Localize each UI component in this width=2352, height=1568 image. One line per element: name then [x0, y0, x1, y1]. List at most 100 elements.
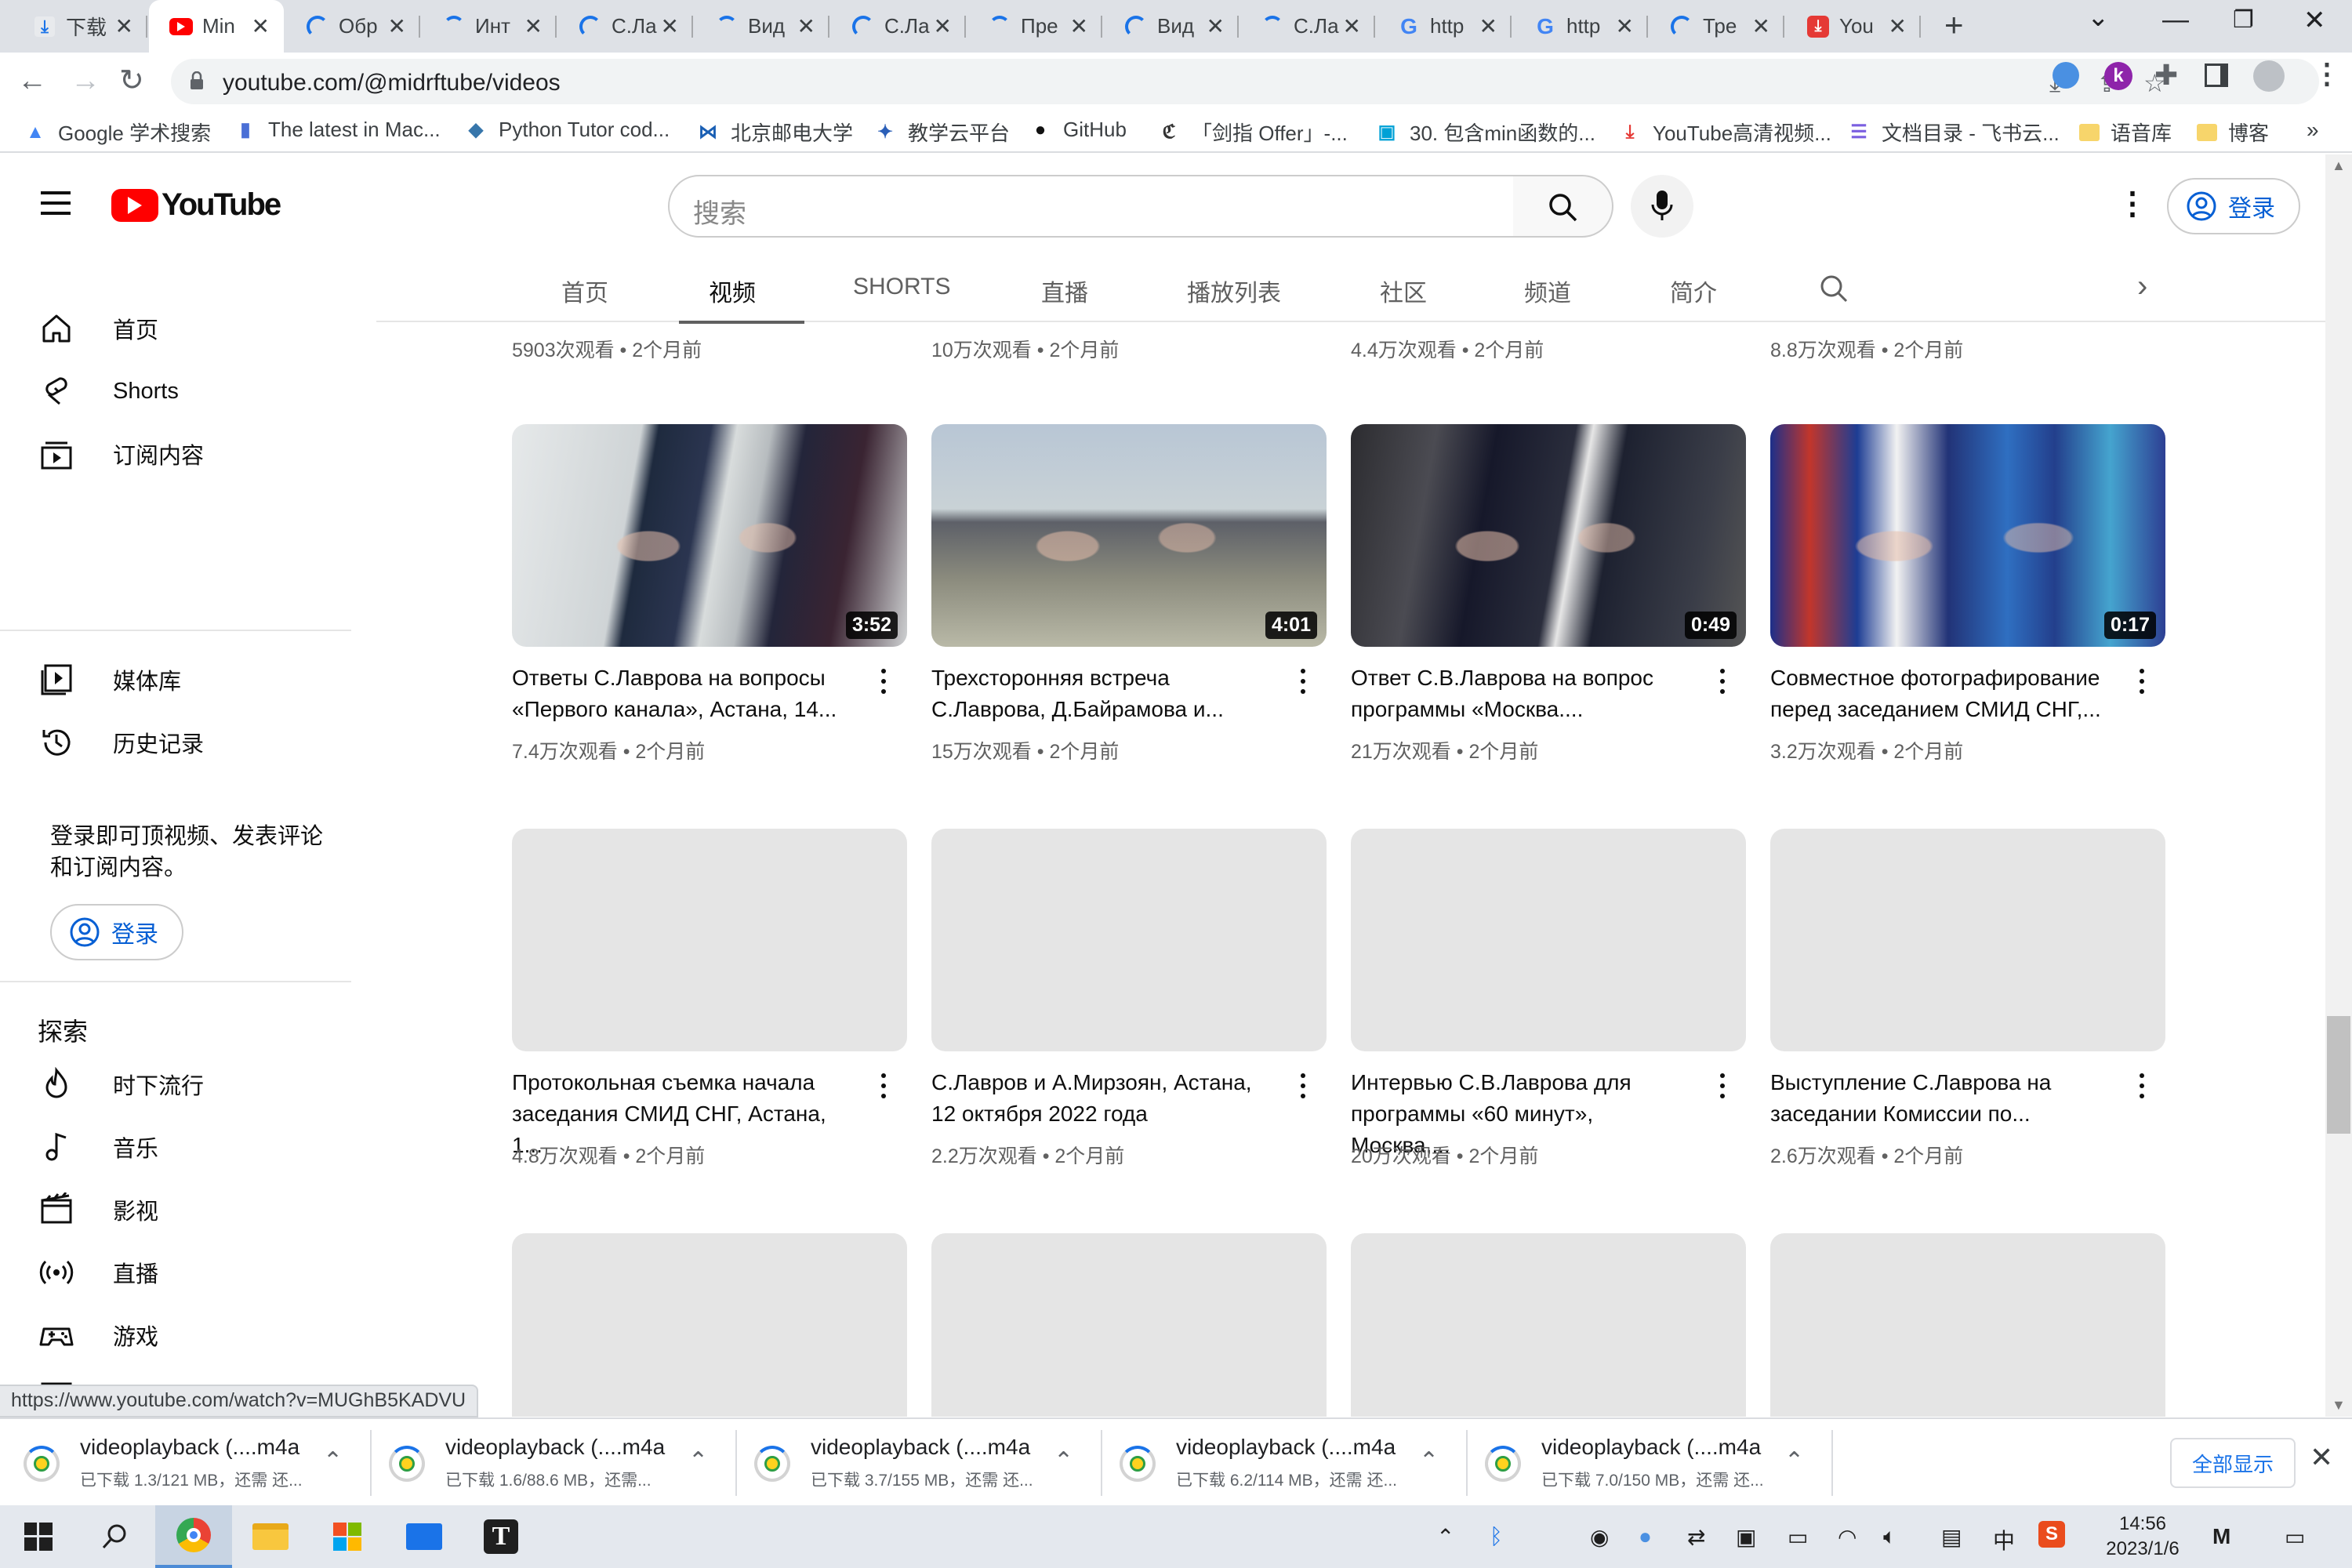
download-item[interactable]: videoplayback (....m4a 已下载 1.6/88.6 MB，还需…: [368, 1430, 737, 1496]
video-menu-icon[interactable]: [2134, 1070, 2150, 1102]
channel-tab[interactable]: 频道: [1524, 274, 1571, 308]
channel-tab[interactable]: 播放列表: [1187, 274, 1281, 308]
close-window-button[interactable]: ✕: [2303, 5, 2326, 36]
video-thumbnail[interactable]: 0:49: [1351, 424, 1746, 647]
video-menu-icon[interactable]: [876, 666, 891, 697]
browser-tab[interactable]: Тре ✕: [1650, 0, 1784, 53]
tray-app-icon[interactable]: ◉: [1590, 1524, 1609, 1550]
sidebar-sign-in-button[interactable]: 登录: [50, 904, 183, 960]
close-tab-icon[interactable]: ✕: [1752, 16, 1770, 38]
video-menu-icon[interactable]: [876, 1070, 891, 1102]
video-title[interactable]: Ответ С.В.Лаврова на вопрос программы «М…: [1351, 662, 1688, 725]
sogou-ime-icon[interactable]: S: [2038, 1521, 2065, 1548]
close-tab-icon[interactable]: ✕: [1479, 16, 1497, 38]
video-menu-icon[interactable]: [2134, 666, 2150, 697]
video-thumbnail[interactable]: [1770, 829, 2165, 1051]
browser-tab[interactable]: С.Ла ✕: [1240, 0, 1375, 53]
sidebar-item[interactable]: 时下流行: [0, 1054, 351, 1114]
close-download-shelf-icon[interactable]: ✕: [2310, 1441, 2333, 1474]
system-clock[interactable]: 14:56 2023/1/6: [2092, 1512, 2194, 1562]
back-button[interactable]: ←: [17, 64, 47, 98]
side-panel-icon[interactable]: [2205, 64, 2228, 87]
browser-tab[interactable]: Вид ✕: [695, 0, 829, 53]
forward-button[interactable]: →: [71, 64, 100, 98]
address-url[interactable]: youtube.com/@midrftube/videos: [223, 70, 561, 96]
bookmark-item[interactable]: ● GitHub: [1029, 118, 1127, 142]
tray-shield-icon[interactable]: ●: [1639, 1524, 1652, 1549]
extension-shield-icon[interactable]: [2053, 62, 2079, 89]
reload-button[interactable]: ↻: [119, 64, 144, 98]
browser-tab[interactable]: Ghttp ✕: [1513, 0, 1648, 53]
video-title[interactable]: С.Лавров и А.Мирзоян, Астана, 12 октября…: [931, 1067, 1269, 1130]
sidebar-item[interactable]: 首页: [0, 299, 351, 358]
close-tab-icon[interactable]: ✕: [1207, 16, 1225, 38]
video-thumbnail-placeholder[interactable]: [1770, 1233, 2165, 1417]
close-tab-icon[interactable]: ✕: [797, 16, 815, 38]
sidebar-item[interactable]: 历史记录: [0, 713, 351, 772]
video-menu-icon[interactable]: [1295, 1070, 1311, 1102]
browser-tab[interactable]: Вид ✕: [1104, 0, 1239, 53]
video-menu-icon[interactable]: [1715, 1070, 1730, 1102]
video-title[interactable]: Совместное фотографирование перед заседа…: [1770, 662, 2107, 725]
tray-settings-icon[interactable]: ⇄: [1687, 1524, 1705, 1550]
more-bookmarks-icon[interactable]: »: [2307, 118, 2319, 143]
bookmark-item[interactable]: ⋈ 北京邮电大学: [696, 118, 853, 147]
chrome-menu-icon[interactable]: ⋮: [2313, 57, 2341, 90]
download-options-chevron-icon[interactable]: ⌃: [688, 1447, 708, 1475]
youtube-logo[interactable]: YouTube: [111, 187, 281, 223]
video-thumbnail-placeholder[interactable]: [1351, 1233, 1746, 1417]
bookmark-item[interactable]: ✦ 教学云平台: [873, 118, 1010, 147]
browser-tab[interactable]: Обр ✕: [285, 0, 420, 53]
search-input[interactable]: 搜索: [668, 175, 1515, 238]
tabs-next-chevron-icon[interactable]: ›: [2137, 269, 2147, 304]
settings-more-icon[interactable]: ⋮: [2117, 186, 2148, 222]
wifi-icon[interactable]: ◠: [1838, 1524, 1857, 1550]
close-tab-icon[interactable]: ✕: [1616, 16, 1634, 38]
browser-tab[interactable]: Инт ✕: [422, 0, 557, 53]
download-options-chevron-icon[interactable]: ⌃: [1054, 1447, 1073, 1475]
video-thumbnail[interactable]: 0:17: [1770, 424, 2165, 647]
extension-k-icon[interactable]: k: [2104, 62, 2132, 90]
sidebar-item[interactable]: 影视: [0, 1180, 351, 1240]
taskbar-store[interactable]: [309, 1505, 386, 1568]
new-tab-button[interactable]: +: [1944, 6, 1964, 44]
search-button[interactable]: [1513, 175, 1613, 238]
video-thumbnail[interactable]: 3:52: [512, 424, 907, 647]
close-tab-icon[interactable]: ✕: [388, 16, 406, 38]
minimize-button[interactable]: —: [2162, 5, 2189, 35]
sign-in-button[interactable]: 登录: [2167, 178, 2300, 234]
close-tab-icon[interactable]: ✕: [524, 16, 543, 38]
close-tab-icon[interactable]: ✕: [1343, 16, 1361, 38]
browser-tab[interactable]: С.Ла ✕: [831, 0, 966, 53]
tray-overflow-icon[interactable]: ⌃: [1436, 1524, 1454, 1550]
taskbar-search-button[interactable]: [77, 1505, 154, 1568]
close-tab-icon[interactable]: ✕: [1889, 16, 1907, 38]
notification-center-icon[interactable]: ▭: [2285, 1524, 2305, 1550]
sidebar-item[interactable]: 音乐: [0, 1117, 351, 1177]
video-thumbnail-placeholder[interactable]: [512, 1233, 907, 1417]
bluetooth-icon[interactable]: ᛒ: [1490, 1524, 1503, 1549]
ime-indicator[interactable]: 中: [1993, 1524, 2015, 1555]
browser-tab[interactable]: С.Ла ✕: [558, 0, 693, 53]
channel-tab[interactable]: 简介: [1670, 274, 1717, 308]
page-scrollbar[interactable]: ▲ ▼: [2325, 154, 2352, 1417]
video-title[interactable]: Ответы С.Лаврова на вопросы «Первого кан…: [512, 662, 849, 725]
bookmark-item[interactable]: ℭ 「剑指 Offer」-...: [1157, 118, 1348, 147]
channel-tab[interactable]: 社区: [1380, 274, 1427, 308]
close-tab-icon[interactable]: ✕: [934, 16, 952, 38]
bookmark-item[interactable]: ◆ Python Tutor cod...: [464, 118, 670, 142]
bookmark-item[interactable]: ▣ 30. 包含min函数的...: [1375, 118, 1595, 147]
taskbar-file-explorer[interactable]: [232, 1505, 309, 1568]
channel-tab[interactable]: 首页: [561, 274, 608, 308]
video-thumbnail[interactable]: [931, 829, 1327, 1051]
tray-display-icon[interactable]: ▤: [1941, 1524, 1962, 1550]
sidebar-item[interactable]: 直播: [0, 1243, 351, 1302]
close-tab-icon[interactable]: ✕: [1070, 16, 1088, 38]
bookmark-item[interactable]: ⤓ YouTube高清视频...: [1618, 118, 1831, 147]
browser-tab[interactable]: Min ✕: [149, 0, 284, 53]
sidebar-item[interactable]: 媒体库: [0, 650, 351, 710]
channel-tab[interactable]: 视频: [709, 274, 756, 308]
guide-menu-icon[interactable]: [41, 191, 71, 215]
channel-tab[interactable]: 直播: [1041, 274, 1088, 308]
show-all-downloads-button[interactable]: 全部显示: [2170, 1438, 2296, 1488]
